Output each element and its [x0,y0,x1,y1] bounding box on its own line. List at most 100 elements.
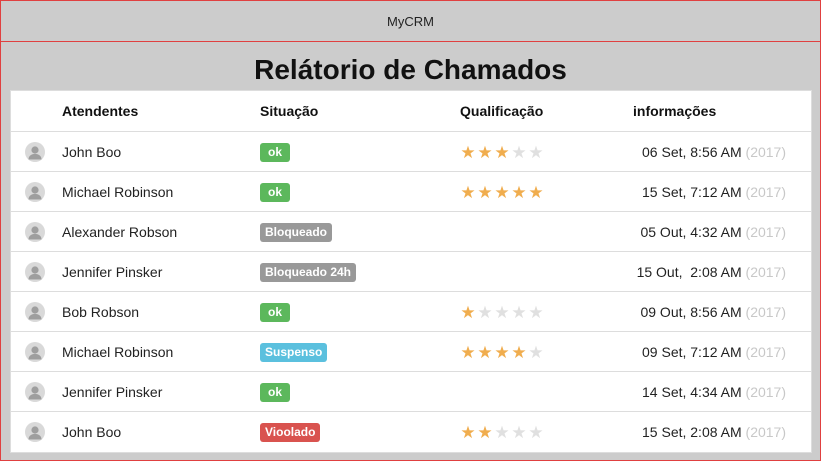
info-cell: 09 Out, 8:56 AM (2017) [640,292,786,332]
rating-stars: ★ ★ ★ ★ ★ [460,344,544,361]
rating-cell: ★ ★ ★ ★ ★ [460,292,544,332]
call-date: 15 Out, 2:08 AM [636,264,742,280]
call-date: 05 Out, 4:32 AM [640,224,742,240]
attendant-name: Michael Robinson [62,344,174,360]
star-icon: ★ [477,142,493,162]
avatar-cell [25,212,47,252]
info-cell: 05 Out, 4:32 AM (2017) [640,212,786,252]
rating-cell: ★ ★ ★ ★ ★ [460,412,544,452]
avatar-cell [25,132,47,172]
avatar-icon [25,342,45,362]
rating-cell: ★ ★ ★ ★ ★ [460,332,544,372]
app-header: MyCRM [1,1,820,42]
status-badge: ok [260,382,290,402]
attendant-name: John Boo [62,144,122,160]
info-cell: 06 Set, 8:56 AM (2017) [642,132,786,172]
info-cell: 15 Set, 2:08 AM (2017) [642,412,786,452]
star-icon: ★ [494,302,510,322]
info-cell: 09 Set, 7:12 AM (2017) [642,332,786,372]
call-year: (2017) [745,144,786,160]
call-year: (2017) [745,424,786,440]
calls-table: Atendentes Situação Qualificação informa… [10,90,812,453]
attendant-name: Jennifer Pinsker [62,384,163,400]
avatar-cell [25,332,47,372]
status-cell: Suspenso [260,332,328,372]
call-date: 15 Set, 2:08 AM [642,424,742,440]
status-badge: Bloqueado [260,222,332,242]
status-cell: ok [260,132,290,172]
call-year: (2017) [745,224,786,240]
header-attendants: Atendentes [62,103,139,119]
star-icon: ★ [494,182,510,202]
rating-stars: ★ ★ ★ ★ ★ [460,144,544,161]
status-cell: Vioolado [260,412,321,452]
call-date: 06 Set, 8:56 AM [642,144,742,160]
call-year: (2017) [745,184,786,200]
header-status: Situação [260,103,319,119]
star-icon: ★ [528,342,544,362]
attendant-name: Alexander Robson [62,224,178,240]
star-icon: ★ [460,422,476,442]
attendant-name: Michael Robinson [62,184,174,200]
rating-stars: ★ ★ ★ ★ ★ [460,424,544,441]
avatar-cell [25,252,47,292]
table-row[interactable]: John Boo Vioolado ★ ★ ★ ★ ★ 15 Set, 2:08 AM (20… [11,411,811,452]
info-cell: 14 Set, 4:34 AM (2017) [642,372,786,412]
star-icon: ★ [494,422,510,442]
star-icon: ★ [477,342,493,362]
status-cell: ok [260,292,290,332]
info-cell: 15 Set, 7:12 AM (2017) [642,172,786,212]
status-badge: ok [260,182,290,202]
rating-stars: ★ ★ ★ ★ ★ [460,184,544,201]
call-year: (2017) [745,264,786,280]
avatar-cell [25,172,47,212]
status-badge: Vioolado [260,422,321,442]
status-cell: Bloqueado 24h [260,252,357,292]
star-icon: ★ [477,182,493,202]
table-row[interactable]: Michael Robinson Suspenso ★ ★ ★ ★ ★ 09 Set, 7:1… [11,331,811,372]
table-row[interactable]: John Boo ok ★ ★ ★ ★ ★ 06 Set, 8:56 AM (2017) [11,131,811,172]
star-icon: ★ [460,182,476,202]
star-icon: ★ [528,302,544,322]
header-info: informações [633,103,717,119]
star-icon: ★ [494,342,510,362]
header-rating: Qualificação [460,103,544,119]
attendant-name: John Boo [62,424,122,440]
star-icon: ★ [511,142,527,162]
star-icon: ★ [511,422,527,442]
call-year: (2017) [745,344,786,360]
call-date: 09 Out, 8:56 AM [640,304,742,320]
status-badge: Suspenso [260,342,328,362]
avatar-icon [25,142,45,162]
star-icon: ★ [511,342,527,362]
table-row[interactable]: Jennifer Pinsker ok 14 Set, 4:34 AM (2017) [11,371,811,412]
status-cell: ok [260,172,290,212]
star-icon: ★ [528,182,544,202]
avatar-icon [25,382,45,402]
call-date: 15 Set, 7:12 AM [642,184,742,200]
rating-cell: ★ ★ ★ ★ ★ [460,172,544,212]
star-icon: ★ [528,142,544,162]
table-row[interactable]: Bob Robson ok ★ ★ ★ ★ ★ 09 Out, 8:56 AM (2017) [11,291,811,332]
call-date: 09 Set, 7:12 AM [642,344,742,360]
status-badge: Bloqueado 24h [260,262,357,282]
call-date: 14 Set, 4:34 AM [642,384,742,400]
star-icon: ★ [528,422,544,442]
star-icon: ★ [511,182,527,202]
table-row[interactable]: Michael Robinson ok ★ ★ ★ ★ ★ 15 Set, 7:12 AM (… [11,171,811,212]
call-year: (2017) [745,304,786,320]
star-icon: ★ [477,422,493,442]
status-cell: Bloqueado [260,212,332,252]
attendant-name: Jennifer Pinsker [62,264,163,280]
info-cell: 15 Out, 2:08 AM (2017) [637,252,786,292]
table-row[interactable]: Jennifer Pinsker Bloqueado 24h 15 Out, 2:0… [11,251,811,292]
star-icon: ★ [494,142,510,162]
avatar-icon [25,422,45,442]
rating-stars: ★ ★ ★ ★ ★ [460,304,544,321]
table-row[interactable]: Alexander Robson Bloqueado 05 Out, 4:32 AM… [11,211,811,252]
star-icon: ★ [460,142,476,162]
status-cell: ok [260,372,290,412]
avatar-icon [25,222,45,242]
star-icon: ★ [460,302,476,322]
app-title: MyCRM [387,13,434,29]
